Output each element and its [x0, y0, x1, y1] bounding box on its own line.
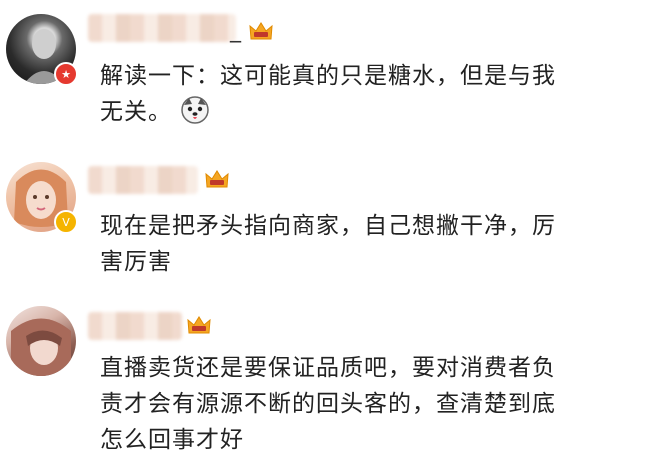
- verified-badge-icon: V: [54, 210, 78, 234]
- comment-item: 直播卖货还是要保证品质吧，要对消费者负 责才会有源源不断的回头客的，查清楚到底 …: [0, 290, 671, 465]
- comment-line: 害厉害: [100, 249, 172, 275]
- comment-line: 直播卖货还是要保证品质吧，要对消费者负: [100, 355, 556, 381]
- comment-text: 直播卖货还是要保证品质吧，要对消费者负 责才会有源源不断的回头客的，查清楚到底 …: [100, 350, 556, 458]
- comment-line: 无关。: [100, 94, 556, 130]
- crown-icon: [249, 22, 273, 40]
- avatar[interactable]: [6, 306, 76, 376]
- comment-text: 现在是把矛头指向商家，自己想撇干净，厉 害厉害: [100, 208, 556, 280]
- comment-line: 责才会有源源不断的回头客的，查清楚到底: [100, 391, 556, 417]
- comment-text: 解读一下：这可能真的只是糖水，但是与我 无关。: [100, 58, 556, 130]
- username-blurred[interactable]: [88, 312, 182, 340]
- username-suffix: _: [230, 18, 241, 43]
- star-badge-icon: ★: [54, 62, 78, 86]
- comment-line: 怎么回事才好: [100, 427, 244, 453]
- comment-line: 现在是把矛头指向商家，自己想撇干净，厉: [100, 213, 556, 239]
- comment-item: ★ _ 解读一下：这可能真的只是糖水，但是与我 无关。: [0, 0, 671, 150]
- username-blurred[interactable]: [88, 14, 236, 42]
- comment-line-text: 无关。: [100, 99, 172, 125]
- username-blurred[interactable]: [88, 166, 198, 194]
- comment-line: 解读一下：这可能真的只是糖水，但是与我: [100, 63, 556, 89]
- comment-item: V 现在是把矛头指向商家，自己想撇干净，厉 害厉害: [0, 150, 671, 290]
- husky-emoji-icon: [181, 96, 209, 124]
- crown-icon: [205, 170, 229, 188]
- avatar-portrait-icon: [11, 318, 71, 376]
- crown-icon: [187, 316, 211, 334]
